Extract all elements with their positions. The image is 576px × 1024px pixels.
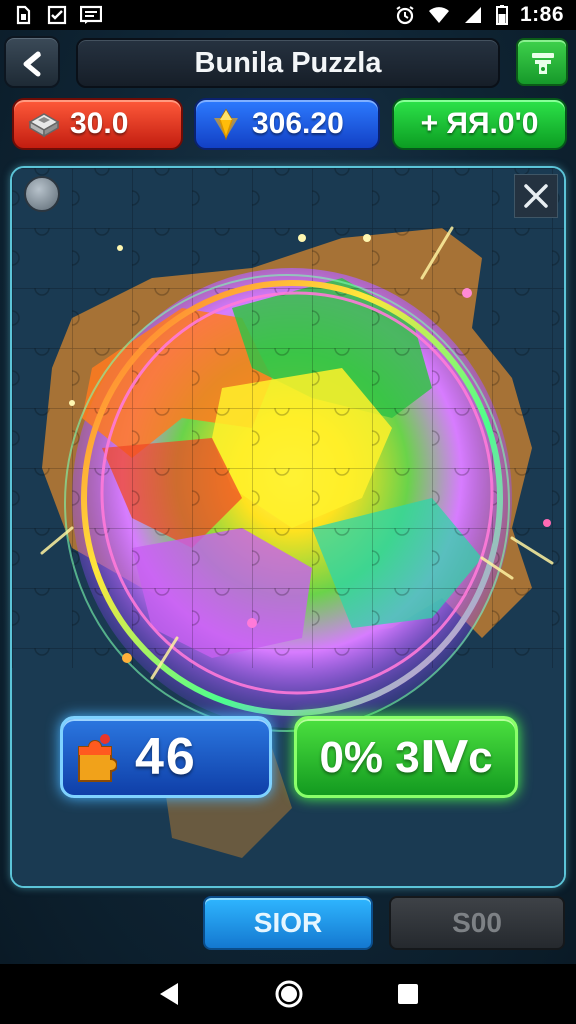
close-button[interactable] xyxy=(514,174,558,218)
disabled-button[interactable]: S00 xyxy=(389,896,565,950)
status-right: 1:86 xyxy=(394,3,564,27)
title-bar: Bunila Puzzla xyxy=(76,38,500,88)
store-button[interactable]: SIOR xyxy=(203,896,373,950)
battery-icon xyxy=(495,5,508,25)
message-icon xyxy=(79,5,103,25)
gems-counter[interactable]: 306.20 xyxy=(194,98,380,150)
bonus-counter[interactable]: + ЯЯ.0'0 xyxy=(392,98,567,150)
status-time: 1:86 xyxy=(519,3,564,26)
sim-icon xyxy=(12,5,34,25)
coins-counter[interactable]: 30.0 xyxy=(12,98,183,150)
shop-button[interactable] xyxy=(516,38,568,86)
puzzle-board-panel: 46 0% 3Ⅳc xyxy=(10,166,566,888)
chest-icon xyxy=(28,113,60,138)
nav-back-icon[interactable] xyxy=(156,981,182,1007)
page-title: Bunila Puzzla xyxy=(194,46,382,79)
bottom-action-bar: SIOR S00 xyxy=(0,888,576,964)
coins-value: 30.0 xyxy=(70,107,129,140)
game-screen: Bunila Puzzla 30.0 306.20 + ЯЯ.0'0 46 0%… xyxy=(0,30,576,964)
status-left xyxy=(12,5,103,25)
gems-value: 306.20 xyxy=(252,107,344,140)
header: Bunila Puzzla xyxy=(0,30,576,92)
shop-icon xyxy=(532,53,554,74)
back-arrow-icon xyxy=(23,51,41,77)
navigation-bar xyxy=(0,964,576,1024)
signal-icon xyxy=(462,5,484,25)
puzzle-piece-icon xyxy=(78,734,117,782)
checkbox-icon xyxy=(46,5,68,25)
status-bar: 1:86 xyxy=(0,0,576,30)
alarm-icon xyxy=(394,5,416,25)
nav-recents-icon[interactable] xyxy=(396,982,420,1006)
back-button[interactable] xyxy=(4,36,60,88)
pieces-counter-button[interactable]: 46 xyxy=(60,716,272,798)
nav-home-icon[interactable] xyxy=(274,979,304,1009)
gem-icon xyxy=(214,108,238,141)
close-icon xyxy=(524,184,548,208)
progress-value: 0% 3Ⅳc xyxy=(319,732,493,782)
progress-button[interactable]: 0% 3Ⅳc xyxy=(294,716,518,798)
lock-icon[interactable] xyxy=(24,176,60,212)
bonus-value: + ЯЯ.0'0 xyxy=(420,107,539,140)
wifi-icon xyxy=(428,5,450,25)
pieces-count: 46 xyxy=(135,728,197,786)
